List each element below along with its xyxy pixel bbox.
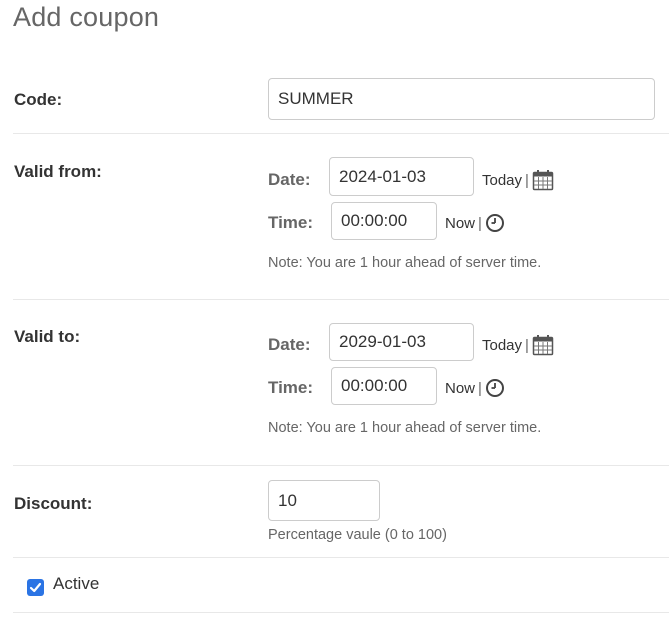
valid-to-label: Valid to:: [14, 327, 81, 346]
calendar-icon[interactable]: [532, 169, 554, 191]
separator: |: [525, 171, 529, 189]
calendar-icon[interactable]: [532, 334, 554, 356]
page-title: Add coupon: [13, 2, 160, 32]
active-checkbox[interactable]: [27, 579, 44, 596]
valid-to-time-shortcuts: Now |: [445, 378, 505, 398]
valid-to-date-label: Date:: [268, 335, 311, 354]
valid-from-date-shortcuts: Today |: [482, 169, 554, 191]
clock-icon[interactable]: [485, 213, 505, 233]
valid-to-date-shortcuts: Today |: [482, 334, 554, 356]
active-label[interactable]: Active: [53, 574, 99, 594]
divider: [13, 465, 669, 466]
divider: [13, 299, 669, 300]
valid-from-time-label: Time:: [268, 213, 314, 232]
separator: |: [478, 214, 482, 232]
valid-from-date-input[interactable]: [329, 157, 474, 196]
discount-label: Discount:: [14, 494, 93, 513]
discount-help-text: Percentage vaule (0 to 100): [268, 527, 447, 543]
separator: |: [525, 336, 529, 354]
valid-to-now-link[interactable]: Now: [445, 380, 475, 397]
valid-from-date-label: Date:: [268, 170, 311, 189]
valid-from-note: Note: You are 1 hour ahead of server tim…: [268, 255, 542, 271]
valid-to-today-link[interactable]: Today: [482, 337, 522, 354]
valid-to-note: Note: You are 1 hour ahead of server tim…: [268, 420, 542, 436]
valid-from-today-link[interactable]: Today: [482, 172, 522, 189]
valid-from-time-shortcuts: Now |: [445, 213, 505, 233]
code-label: Code:: [14, 90, 63, 109]
valid-from-now-link[interactable]: Now: [445, 215, 475, 232]
code-input[interactable]: [268, 78, 655, 120]
discount-input[interactable]: [268, 480, 380, 521]
valid-to-time-label: Time:: [268, 378, 314, 397]
checkmark-icon: [29, 582, 42, 593]
clock-icon[interactable]: [485, 378, 505, 398]
valid-to-date-input[interactable]: [329, 323, 474, 361]
divider: [13, 557, 669, 558]
valid-from-label: Valid from:: [14, 162, 102, 181]
valid-to-time-input[interactable]: [331, 367, 437, 405]
separator: |: [478, 379, 482, 397]
divider: [13, 133, 669, 134]
valid-from-time-input[interactable]: [331, 202, 437, 240]
divider: [13, 612, 669, 613]
